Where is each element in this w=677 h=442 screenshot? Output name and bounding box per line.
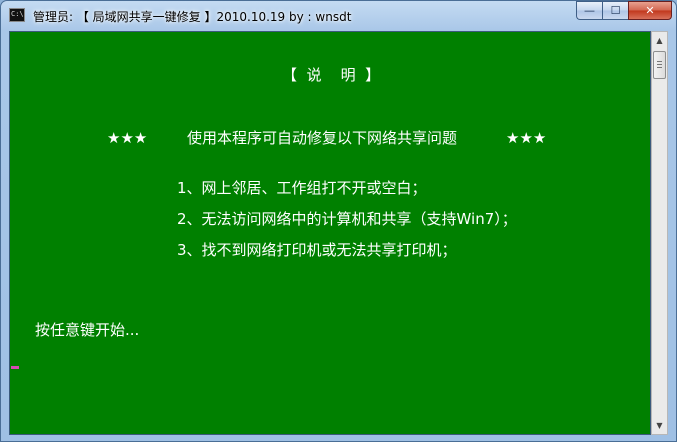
caption-buttons: — ☐ ✕: [576, 1, 672, 20]
prompt-text: 按任意键开始...: [35, 321, 140, 339]
scroll-down-icon[interactable]: ▼: [652, 417, 667, 434]
list-item-3: 3、找不到网络打印机或无法共享打印机；: [177, 241, 457, 259]
heading: 【 说 明 】: [282, 66, 381, 84]
vertical-scrollbar[interactable]: ▲ ▼: [651, 31, 668, 435]
text-cursor: [11, 366, 19, 369]
close-icon: ✕: [645, 4, 655, 17]
close-button[interactable]: ✕: [628, 1, 672, 20]
console-output[interactable]: 【 说 明 】 ★★★ 使用本程序可自动修复以下网络共享问题 ★★★ 1、网上邻…: [9, 31, 651, 435]
scroll-thumb[interactable]: [653, 51, 666, 79]
cmd-console-icon[interactable]: C:\: [9, 8, 25, 22]
intro-text: 使用本程序可自动修复以下网络共享问题: [187, 129, 458, 147]
stars-right: ★★★: [506, 129, 547, 147]
maximize-icon: ☐: [610, 4, 621, 17]
list-item-1: 1、网上邻居、工作组打不开或空白；: [177, 179, 427, 197]
minimize-icon: —: [584, 4, 595, 17]
maximize-button[interactable]: ☐: [602, 1, 628, 20]
stars-left: ★★★: [107, 129, 148, 147]
scroll-up-icon[interactable]: ▲: [652, 32, 667, 49]
minimize-button[interactable]: —: [576, 1, 602, 20]
list-item-2: 2、无法访问网络中的计算机和共享（支持Win7）；: [177, 210, 517, 228]
console-window: C:\ 管理员: 【 局域网共享一键修复 】2010.10.19 by : wn…: [0, 0, 677, 442]
window-title: 管理员: 【 局域网共享一键修复 】2010.10.19 by : wnsdt: [33, 10, 352, 24]
cmd-icon-label: C:\: [11, 10, 24, 18]
title-bar[interactable]: C:\ 管理员: 【 局域网共享一键修复 】2010.10.19 by : wn…: [1, 1, 676, 31]
